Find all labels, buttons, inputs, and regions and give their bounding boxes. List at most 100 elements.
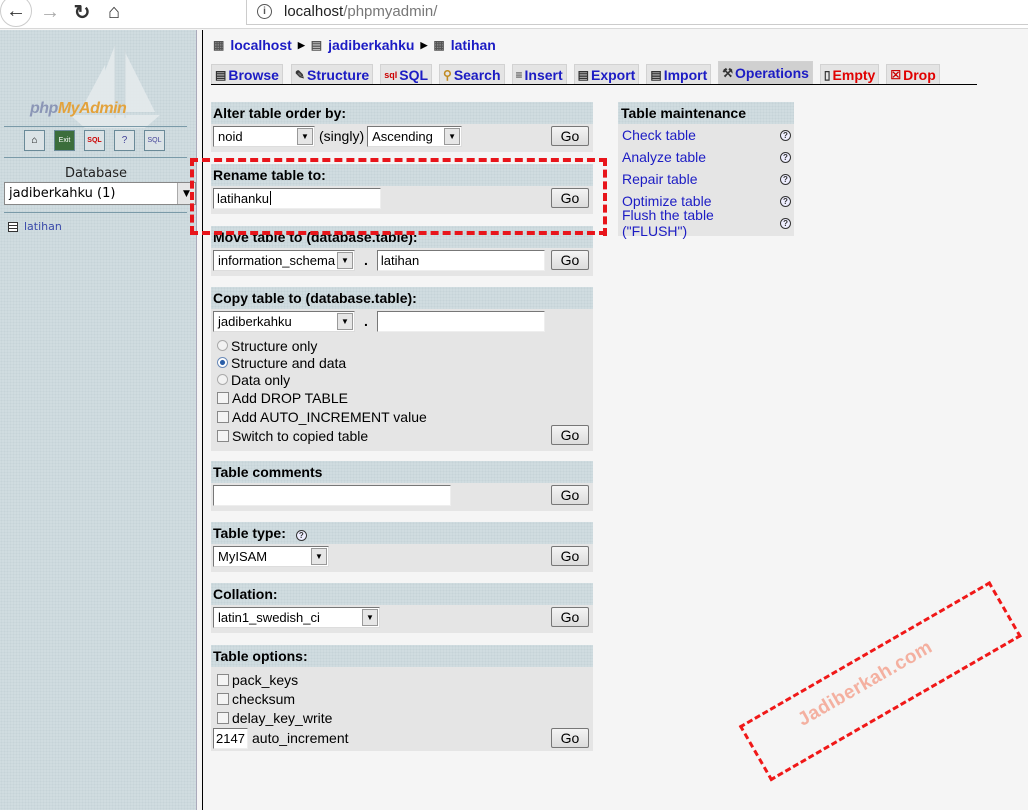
tab-label: Browse (228, 66, 279, 83)
collation-select[interactable]: latin1_swedish_ci ▼ (213, 606, 380, 628)
database-select[interactable]: jadiberkahku (1) ▼ (4, 182, 196, 205)
address-bar[interactable]: i localhost/phpmyadmin/ (246, 0, 1028, 25)
radio-button[interactable] (217, 357, 228, 368)
highlight-annotation-bottom (190, 231, 607, 235)
checkbox-label: delay_key_write (232, 709, 333, 726)
tab-structure[interactable]: ✎ Structure (290, 64, 374, 84)
maintenance-check-table[interactable]: Check table? (618, 124, 794, 146)
checkbox[interactable] (217, 391, 229, 404)
checkbox-switch-to-copied[interactable] (217, 429, 229, 442)
radio-data-only[interactable]: Data only (211, 371, 593, 388)
tab-export[interactable]: ▤ Export (573, 64, 640, 84)
table-icon (8, 221, 18, 232)
trash-icon: ▯ (823, 67, 831, 82)
radio-structure-only[interactable]: Structure only (211, 337, 593, 354)
help-icon[interactable]: ? (295, 530, 307, 541)
checkbox-add-auto-increment[interactable]: Add AUTO_INCREMENT value (211, 407, 593, 426)
checkbox[interactable] (217, 410, 229, 423)
home-icon[interactable]: ⌂ (100, 0, 128, 24)
maintenance-flush-table[interactable]: Flush the table ("FLUSH")? (618, 207, 794, 239)
highlight-annotation-left (190, 158, 194, 234)
panel-title: Collation: (211, 583, 593, 605)
chevron-down-icon[interactable]: ▼ (362, 608, 378, 626)
forward-arrow-icon[interactable]: → (36, 0, 64, 24)
breadcrumb-database[interactable]: jadiberkahku (328, 37, 414, 53)
breadcrumb-server[interactable]: localhost (230, 37, 291, 53)
tab-import[interactable]: ▤ Import (646, 64, 712, 84)
checkbox[interactable] (217, 692, 229, 705)
radio-button[interactable] (217, 340, 228, 351)
order-direction-select[interactable]: Ascending ▼ (367, 125, 463, 147)
go-button[interactable]: Go (551, 425, 589, 445)
breadcrumb-separator-icon: ▶ (420, 39, 428, 50)
search-icon: ⚲ (443, 67, 452, 82)
maintenance-link[interactable]: Repair table (622, 171, 698, 187)
chevron-down-icon[interactable]: ▼ (444, 127, 461, 145)
move-table-input[interactable]: latihan (376, 249, 545, 271)
sidebar-table-label[interactable]: latihan (24, 220, 62, 233)
info-icon[interactable]: i (257, 3, 272, 19)
move-database-select[interactable]: information_schema ▼ (213, 249, 355, 271)
go-button[interactable]: Go (551, 126, 589, 146)
maintenance-link[interactable]: Flush the table ("FLUSH") (622, 207, 780, 239)
tab-sql[interactable]: sql SQL (380, 64, 433, 84)
quick-icon-bar: ⌂ Exit SQL ? SQL (24, 130, 165, 151)
divider (4, 157, 187, 158)
url-host: localhost (284, 2, 344, 20)
checkbox-pack-keys[interactable]: pack_keys (211, 670, 593, 689)
maintenance-link[interactable]: Analyze table (622, 149, 706, 165)
tab-empty[interactable]: ▯ Empty (819, 64, 880, 84)
radio-button[interactable] (217, 374, 228, 385)
maintenance-analyze-table[interactable]: Analyze table? (618, 146, 794, 168)
go-button[interactable]: Go (551, 546, 589, 566)
go-button[interactable]: Go (551, 728, 589, 748)
exit-icon[interactable]: Exit (54, 130, 75, 151)
go-button[interactable]: Go (551, 485, 589, 505)
help-icon[interactable]: ? (780, 129, 791, 141)
phpmyadmin-logo-text: phpMyAdmin (30, 100, 127, 117)
checkbox-add-drop-table[interactable]: Add DROP TABLE (211, 388, 593, 407)
breadcrumb-table[interactable]: latihan (451, 37, 496, 53)
maintenance-repair-table[interactable]: Repair table? (618, 168, 794, 190)
tab-browse[interactable]: ▤ Browse (211, 64, 283, 84)
help-icon[interactable]: ? (780, 217, 791, 229)
table-type-select[interactable]: MyISAM ▼ (213, 545, 329, 567)
sql-docs-icon[interactable]: SQL (144, 130, 165, 151)
comments-input[interactable] (213, 484, 451, 506)
alter-order-panel: Alter table order by: noid ▼ (singly) Asc… (211, 102, 593, 152)
back-arrow-icon[interactable]: ← (0, 0, 32, 27)
sql-query-icon[interactable]: SQL (84, 130, 105, 151)
tab-drop[interactable]: ☒ Drop (886, 64, 940, 84)
server-icon: ▦ (213, 38, 225, 52)
help-docs-icon[interactable]: ? (114, 130, 135, 151)
comments-panel: Table comments Go (211, 461, 593, 511)
structure-icon: ✎ (294, 67, 305, 82)
maintenance-link[interactable]: Check table (622, 127, 696, 143)
help-icon[interactable]: ? (780, 151, 791, 163)
chevron-down-icon[interactable]: ▼ (311, 547, 327, 565)
tab-search[interactable]: ⚲ Search (439, 64, 505, 84)
auto-increment-input[interactable]: 2147 (213, 727, 248, 749)
maintenance-panel: Table maintenance Check table? Analyze t… (618, 102, 794, 239)
chevron-down-icon[interactable]: ▼ (337, 312, 353, 330)
chevron-down-icon[interactable]: ▼ (297, 127, 313, 145)
chevron-down-icon[interactable]: ▼ (337, 251, 353, 269)
help-icon[interactable]: ? (780, 173, 791, 185)
go-button[interactable]: Go (551, 607, 589, 627)
reload-icon[interactable]: ↻ (68, 0, 96, 24)
checkbox-delay-key-write[interactable]: delay_key_write (211, 708, 593, 727)
radio-structure-and-data[interactable]: Structure and data (211, 354, 593, 371)
order-column-select[interactable]: noid ▼ (213, 125, 315, 147)
home-icon[interactable]: ⌂ (24, 130, 45, 151)
copy-database-select[interactable]: jadiberkahku ▼ (213, 310, 355, 332)
go-button[interactable]: Go (551, 250, 589, 270)
checkbox[interactable] (217, 711, 229, 724)
tab-insert[interactable]: ≡ Insert (511, 64, 567, 84)
import-icon: ▤ (650, 67, 662, 82)
checkbox-checksum[interactable]: checksum (211, 689, 593, 708)
copy-table-input[interactable] (376, 310, 545, 332)
tab-operations[interactable]: ⚒ Operations (718, 61, 813, 84)
checkbox[interactable] (217, 673, 229, 686)
sidebar-table-item[interactable]: latihan (8, 220, 62, 233)
help-icon[interactable]: ? (780, 195, 791, 207)
